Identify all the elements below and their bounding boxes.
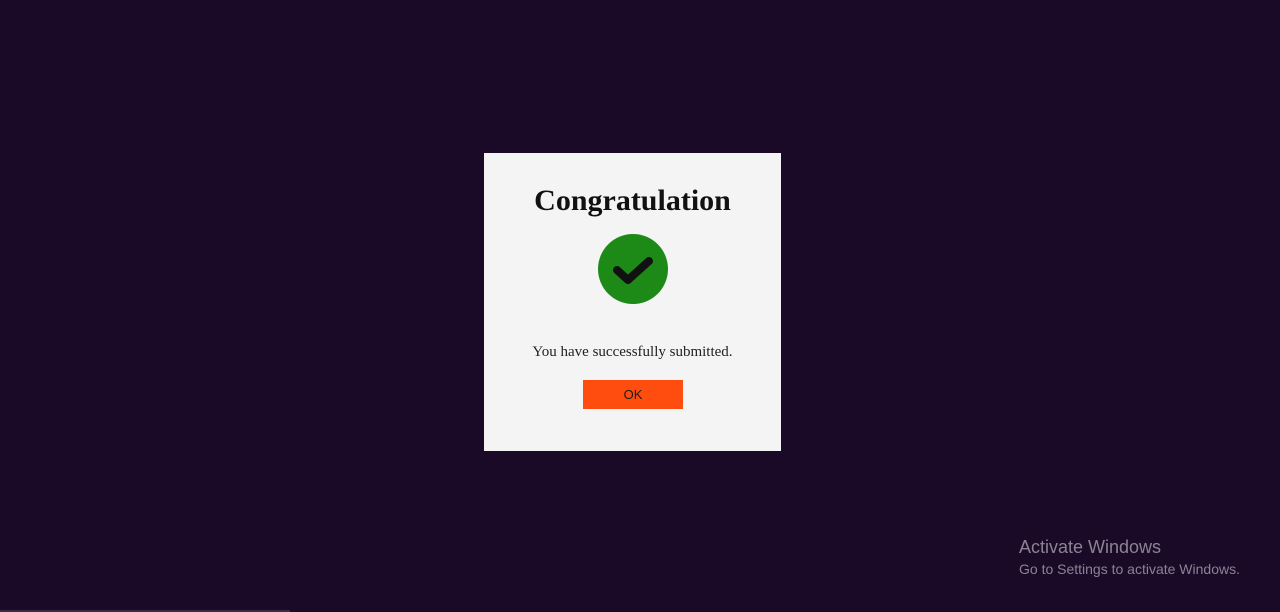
ok-button[interactable]: OK (583, 380, 683, 409)
check-circle-icon (598, 234, 668, 304)
activate-windows-watermark: Activate Windows Go to Settings to activ… (1019, 536, 1240, 578)
watermark-title: Activate Windows (1019, 537, 1162, 557)
success-dialog: Congratulation You have successfully sub… (484, 153, 781, 451)
watermark-subtitle: Go to Settings to activate Windows. (1019, 561, 1240, 577)
success-message: You have successfully submitted. (532, 344, 733, 360)
checkmark-icon (613, 257, 653, 284)
dialog-title: Congratulation (534, 184, 731, 217)
